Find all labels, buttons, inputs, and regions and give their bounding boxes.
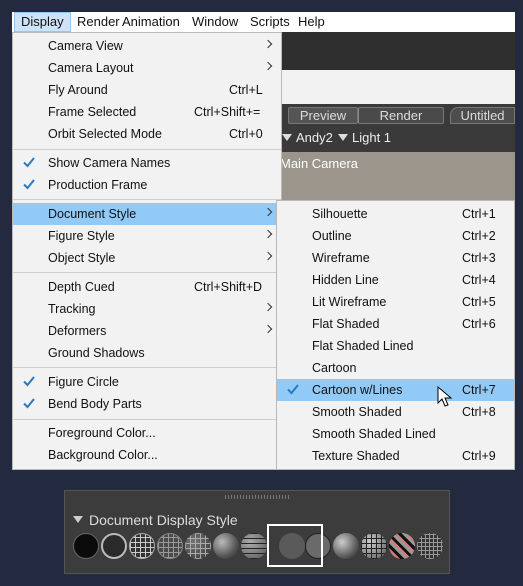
menu-separator <box>13 272 281 273</box>
check-icon <box>23 179 35 190</box>
menu-item-depth-cued[interactable]: Depth Cued Ctrl+Shift+D <box>13 276 281 298</box>
wireframe-style-icon[interactable] <box>129 533 155 559</box>
lit-wireframe-style-icon[interactable] <box>185 533 211 559</box>
submenu-item-flat-shaded-lined[interactable]: Flat Shaded Lined <box>277 335 514 357</box>
submenu-arrow-icon <box>263 229 273 239</box>
menu-item-ground-shadows[interactable]: Ground Shadows <box>13 342 281 364</box>
view-tabs: Preview Render Untitled <box>280 104 515 126</box>
menu-separator <box>13 199 281 200</box>
menu-item-document-style[interactable]: Document Style <box>13 203 281 225</box>
check-icon <box>23 398 35 409</box>
check-icon <box>287 384 299 395</box>
menu-help[interactable]: Help <box>292 12 331 32</box>
menu-item-bend-body-parts[interactable]: Bend Body Parts <box>13 393 281 415</box>
panel-grip[interactable] <box>225 495 291 499</box>
submenu-item-cartoon-w-lines[interactable]: Cartoon w/Lines Ctrl+7 <box>277 379 514 401</box>
menu-scripts[interactable]: Scripts <box>244 12 296 32</box>
viewport[interactable]: Main Camera <box>280 152 515 200</box>
texture-shaded-style-icon[interactable] <box>389 533 415 559</box>
outline-style-icon[interactable] <box>101 533 127 559</box>
document-display-style-panel: Document Display Style <box>64 490 450 574</box>
submenu-arrow-icon <box>263 39 273 49</box>
flat-shaded-lined-style-icon[interactable] <box>241 533 267 559</box>
submenu-arrow-icon <box>263 61 273 71</box>
collapse-triangle-icon <box>73 516 83 523</box>
submenu-item-cartoon[interactable]: Cartoon <box>277 357 514 379</box>
menu-item-figure-style[interactable]: Figure Style <box>13 225 281 247</box>
dropdown-triangle-icon <box>338 134 348 141</box>
menu-item-show-camera-names[interactable]: Show Camera Names <box>13 152 281 174</box>
menu-item-orbit-selected[interactable]: Orbit Selected Mode Ctrl+0 <box>13 123 281 145</box>
panel-title[interactable]: Document Display Style <box>73 512 238 528</box>
smooth-shaded-lined-style-icon[interactable] <box>361 533 387 559</box>
dropdown-triangle-icon <box>282 134 292 141</box>
menu-item-figure-circle[interactable]: Figure Circle <box>13 371 281 393</box>
menu-separator <box>13 419 281 420</box>
menu-item-camera-view[interactable]: Camera View <box>13 35 281 57</box>
submenu-item-outline[interactable]: Outline Ctrl+2 <box>277 225 514 247</box>
submenu-item-wireframe[interactable]: Wireframe Ctrl+3 <box>277 247 514 269</box>
camera-label: Main Camera <box>280 156 359 171</box>
submenu-item-smooth-shaded-lined[interactable]: Smooth Shaded Lined <box>277 423 514 445</box>
submenu-item-smooth-shaded[interactable]: Smooth Shaded Ctrl+8 <box>277 401 514 423</box>
texture-lined-style-icon[interactable] <box>417 533 443 559</box>
selected-style-highlight <box>267 524 323 567</box>
check-icon <box>23 157 35 168</box>
menu-item-foreground-color[interactable]: Foreground Color... <box>13 422 281 444</box>
style-buttons <box>73 533 443 561</box>
submenu-item-texture-shaded[interactable]: Texture Shaded Ctrl+9 <box>277 445 514 467</box>
submenu-arrow-icon <box>263 251 273 261</box>
mouse-cursor-icon <box>437 386 453 407</box>
flat-shaded-style-icon[interactable] <box>213 533 239 559</box>
tab-render[interactable]: Render <box>358 107 444 124</box>
menu-item-fly-around[interactable]: Fly Around Ctrl+L <box>13 79 281 101</box>
menu-item-background-color[interactable]: Background Color... <box>13 444 281 466</box>
figure-selector-bar: Andy2 Light 1 <box>280 126 515 152</box>
menu-window[interactable]: Window <box>186 12 244 32</box>
submenu-item-silhouette[interactable]: Silhouette Ctrl+1 <box>277 203 514 225</box>
submenu-arrow-icon <box>263 324 273 334</box>
menu-item-camera-layout[interactable]: Camera Layout <box>13 57 281 79</box>
silhouette-style-icon[interactable] <box>73 533 99 559</box>
menu-separator <box>13 367 281 368</box>
submenu-item-lit-wireframe[interactable]: Lit Wireframe Ctrl+5 <box>277 291 514 313</box>
tab-untitled[interactable]: Untitled <box>450 107 515 124</box>
figure-dropdown[interactable]: Andy2 <box>282 130 333 145</box>
hidden-line-style-icon[interactable] <box>157 533 183 559</box>
submenu-item-hidden-line[interactable]: Hidden Line Ctrl+4 <box>277 269 514 291</box>
menu-item-deformers[interactable]: Deformers <box>13 320 281 342</box>
light-dropdown[interactable]: Light 1 <box>338 130 391 145</box>
menu-item-object-style[interactable]: Object Style <box>13 247 281 269</box>
submenu-arrow-icon <box>263 302 273 312</box>
submenu-item-flat-shaded[interactable]: Flat Shaded Ctrl+6 <box>277 313 514 335</box>
display-menu: Camera View Camera Layout Fly Around Ctrl… <box>12 32 282 470</box>
smooth-shaded-style-icon[interactable] <box>333 533 359 559</box>
check-icon <box>23 376 35 387</box>
menu-bar: Display Render Animation Window Scripts … <box>12 12 515 32</box>
tab-preview[interactable]: Preview <box>288 107 358 124</box>
menu-item-frame-selected[interactable]: Frame Selected Ctrl+Shift+= <box>13 101 281 123</box>
menu-animation[interactable]: Animation <box>116 12 186 32</box>
menu-item-production-frame[interactable]: Production Frame <box>13 174 281 196</box>
document-style-submenu: Silhouette Ctrl+1 Outline Ctrl+2 Wireframe… <box>276 200 515 470</box>
title-bar-area <box>280 70 515 104</box>
submenu-arrow-icon <box>263 207 273 217</box>
menu-display[interactable]: Display <box>14 12 71 32</box>
menu-separator <box>13 149 281 150</box>
menu-item-tracking[interactable]: Tracking <box>13 298 281 320</box>
